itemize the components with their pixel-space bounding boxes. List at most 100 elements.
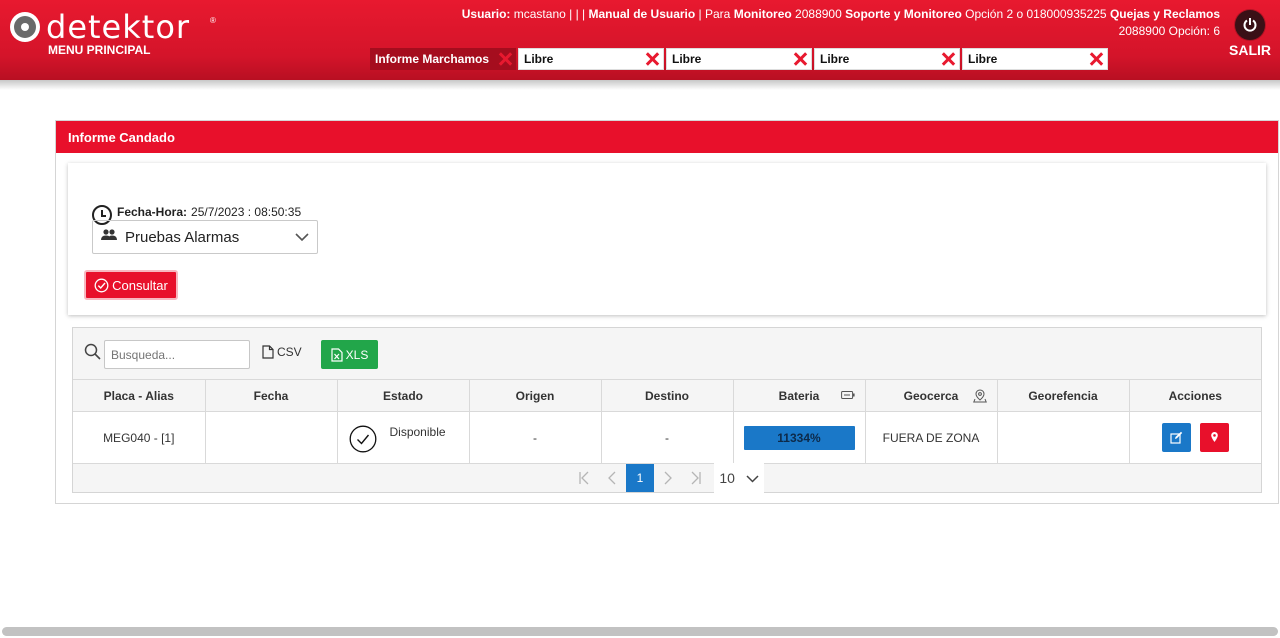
horizontal-scrollbar[interactable] bbox=[2, 627, 1278, 636]
file-icon bbox=[262, 345, 274, 359]
column-label: Acciones bbox=[1168, 388, 1222, 403]
column-label: Estado bbox=[382, 388, 423, 403]
table-header-row: Placa - Alias Fecha Estado Origen Destin… bbox=[73, 379, 1261, 412]
check-circle-icon bbox=[94, 278, 109, 292]
manual-link[interactable]: Manual de Usuario bbox=[589, 7, 696, 21]
cell-geocerca: FUERA DE ZONA bbox=[864, 411, 998, 464]
excel-file-icon bbox=[331, 347, 343, 362]
column-label: Bateria bbox=[778, 388, 820, 403]
close-icon[interactable] bbox=[645, 52, 659, 66]
data-grid: CSV XLS Placa - Alias Fecha Estado Orige… bbox=[72, 327, 1262, 493]
search-icon bbox=[84, 343, 101, 365]
quejas-label: Quejas y Reclamos bbox=[1109, 7, 1220, 21]
search-input[interactable] bbox=[104, 340, 250, 369]
column-header-georefencia[interactable]: Georefencia bbox=[996, 379, 1130, 412]
power-icon bbox=[1235, 10, 1265, 40]
tab-informe-marchamos[interactable]: Informe Marchamos bbox=[370, 48, 516, 70]
tab-libre-2[interactable]: Libre bbox=[666, 48, 812, 70]
users-icon bbox=[101, 228, 117, 246]
column-header-fecha[interactable]: Fecha bbox=[204, 379, 338, 412]
monitoreo-phone: 2088900 bbox=[795, 7, 842, 21]
page-button-current[interactable]: 1 bbox=[626, 464, 654, 492]
chevron-down-icon bbox=[746, 474, 759, 483]
soporte-text: Opción 2 o 018000935225 bbox=[965, 7, 1107, 21]
panel-title: Informe Candado bbox=[56, 121, 1278, 153]
tab-libre-3[interactable]: Libre bbox=[814, 48, 960, 70]
grid-toolbar: CSV XLS bbox=[73, 328, 1261, 380]
csv-export-button[interactable]: CSV bbox=[262, 345, 302, 359]
menu-principal-link[interactable]: MENU PRINCIPAL bbox=[48, 43, 150, 57]
results-table: Placa - Alias Fecha Estado Origen Destin… bbox=[73, 379, 1261, 464]
column-header-destino[interactable]: Destino bbox=[600, 379, 734, 412]
monitoreo-label: Monitoreo bbox=[733, 7, 792, 21]
cell-bateria: 11334% bbox=[732, 411, 866, 464]
header-shadow bbox=[0, 80, 1280, 90]
close-icon[interactable] bbox=[793, 52, 807, 66]
edit-button[interactable] bbox=[1161, 423, 1191, 452]
close-icon[interactable] bbox=[941, 52, 955, 66]
filter-box: Fecha-Hora: 25/7/2023 : 08:50:35 Pruebas… bbox=[68, 163, 1266, 315]
column-header-origen[interactable]: Origen bbox=[468, 379, 602, 412]
column-header-estado[interactable]: Estado bbox=[336, 379, 470, 412]
column-label: Destino bbox=[644, 388, 689, 403]
usuario-label: Usuario: bbox=[461, 7, 511, 21]
cell-fecha bbox=[204, 411, 338, 464]
logo-mark-icon bbox=[10, 12, 40, 42]
column-label: Georefencia bbox=[1028, 388, 1098, 403]
cell-origen: - bbox=[468, 411, 602, 464]
tab-libre-4[interactable]: Libre bbox=[962, 48, 1108, 70]
column-label: Geocerca bbox=[903, 388, 959, 403]
prev-page-icon[interactable] bbox=[598, 464, 626, 492]
contact-line-2: 2088900 Opción: 6 bbox=[1118, 24, 1220, 38]
cell-georefencia bbox=[996, 411, 1130, 464]
fecha-value: 25/7/2023 : 08:50:35 bbox=[191, 205, 302, 219]
fecha-label: Fecha-Hora: bbox=[117, 205, 188, 219]
xls-label: XLS bbox=[345, 347, 369, 362]
first-page-icon[interactable] bbox=[570, 464, 598, 492]
logo-registered-mark: ® bbox=[210, 16, 216, 25]
location-button[interactable] bbox=[1199, 423, 1229, 452]
tab-label: Libre bbox=[672, 52, 702, 66]
user-info: Usuario: mcastano | | | Manual de Usuari… bbox=[462, 6, 1220, 40]
battery-icon bbox=[840, 389, 855, 403]
cell-placa: MEG040 - [1] bbox=[73, 411, 206, 464]
logo-text: detektor bbox=[46, 8, 191, 46]
detektor-logo[interactable]: detektor ® bbox=[10, 8, 216, 46]
consultar-button[interactable]: Consultar bbox=[84, 270, 178, 300]
chevron-down-icon bbox=[295, 230, 309, 248]
column-header-placa[interactable]: Placa - Alias bbox=[73, 379, 206, 412]
group-select[interactable]: Pruebas Alarmas bbox=[92, 220, 318, 254]
close-icon[interactable] bbox=[498, 52, 512, 66]
informe-panel: Informe Candado Fecha-Hora: 25/7/2023 : … bbox=[55, 120, 1279, 504]
page-size-select[interactable]: 10 bbox=[714, 463, 764, 493]
column-header-bateria[interactable]: Bateria bbox=[732, 379, 866, 412]
exit-button[interactable]: SALIR bbox=[1226, 10, 1274, 58]
column-label: Fecha bbox=[253, 388, 289, 403]
next-page-icon[interactable] bbox=[654, 464, 682, 492]
pagination: 1 10 bbox=[73, 463, 1261, 493]
exit-label: SALIR bbox=[1229, 42, 1271, 58]
page-size-value: 10 bbox=[719, 470, 735, 486]
edit-icon bbox=[1169, 431, 1182, 444]
group-select-value: Pruebas Alarmas bbox=[125, 228, 240, 246]
tab-label: Libre bbox=[968, 52, 998, 66]
tab-bar: Informe Marchamos Libre Libre Libre Libr… bbox=[370, 48, 1110, 70]
xls-export-button[interactable]: XLS bbox=[321, 340, 378, 369]
check-circle-icon bbox=[349, 425, 377, 456]
map-marker-icon bbox=[1211, 432, 1218, 442]
tab-libre-1[interactable]: Libre bbox=[518, 48, 664, 70]
table-row[interactable]: MEG040 - [1] Disponible - - 11334% FUERA… bbox=[73, 411, 1261, 464]
consultar-label: Consultar bbox=[112, 277, 168, 293]
column-label: Origen bbox=[515, 388, 555, 403]
column-header-geocerca[interactable]: Geocerca bbox=[864, 379, 998, 412]
para-text: | Para bbox=[698, 7, 731, 21]
column-label: Placa - Alias bbox=[103, 388, 174, 403]
last-page-icon[interactable] bbox=[682, 464, 710, 492]
column-header-acciones: Acciones bbox=[1128, 379, 1261, 412]
battery-level-bar: 11334% bbox=[743, 425, 855, 450]
cell-acciones bbox=[1128, 411, 1261, 464]
close-icon[interactable] bbox=[1089, 52, 1103, 66]
tab-label: Informe Marchamos bbox=[375, 52, 490, 66]
cell-destino: - bbox=[600, 411, 734, 464]
estado-value: Disponible bbox=[389, 425, 446, 439]
